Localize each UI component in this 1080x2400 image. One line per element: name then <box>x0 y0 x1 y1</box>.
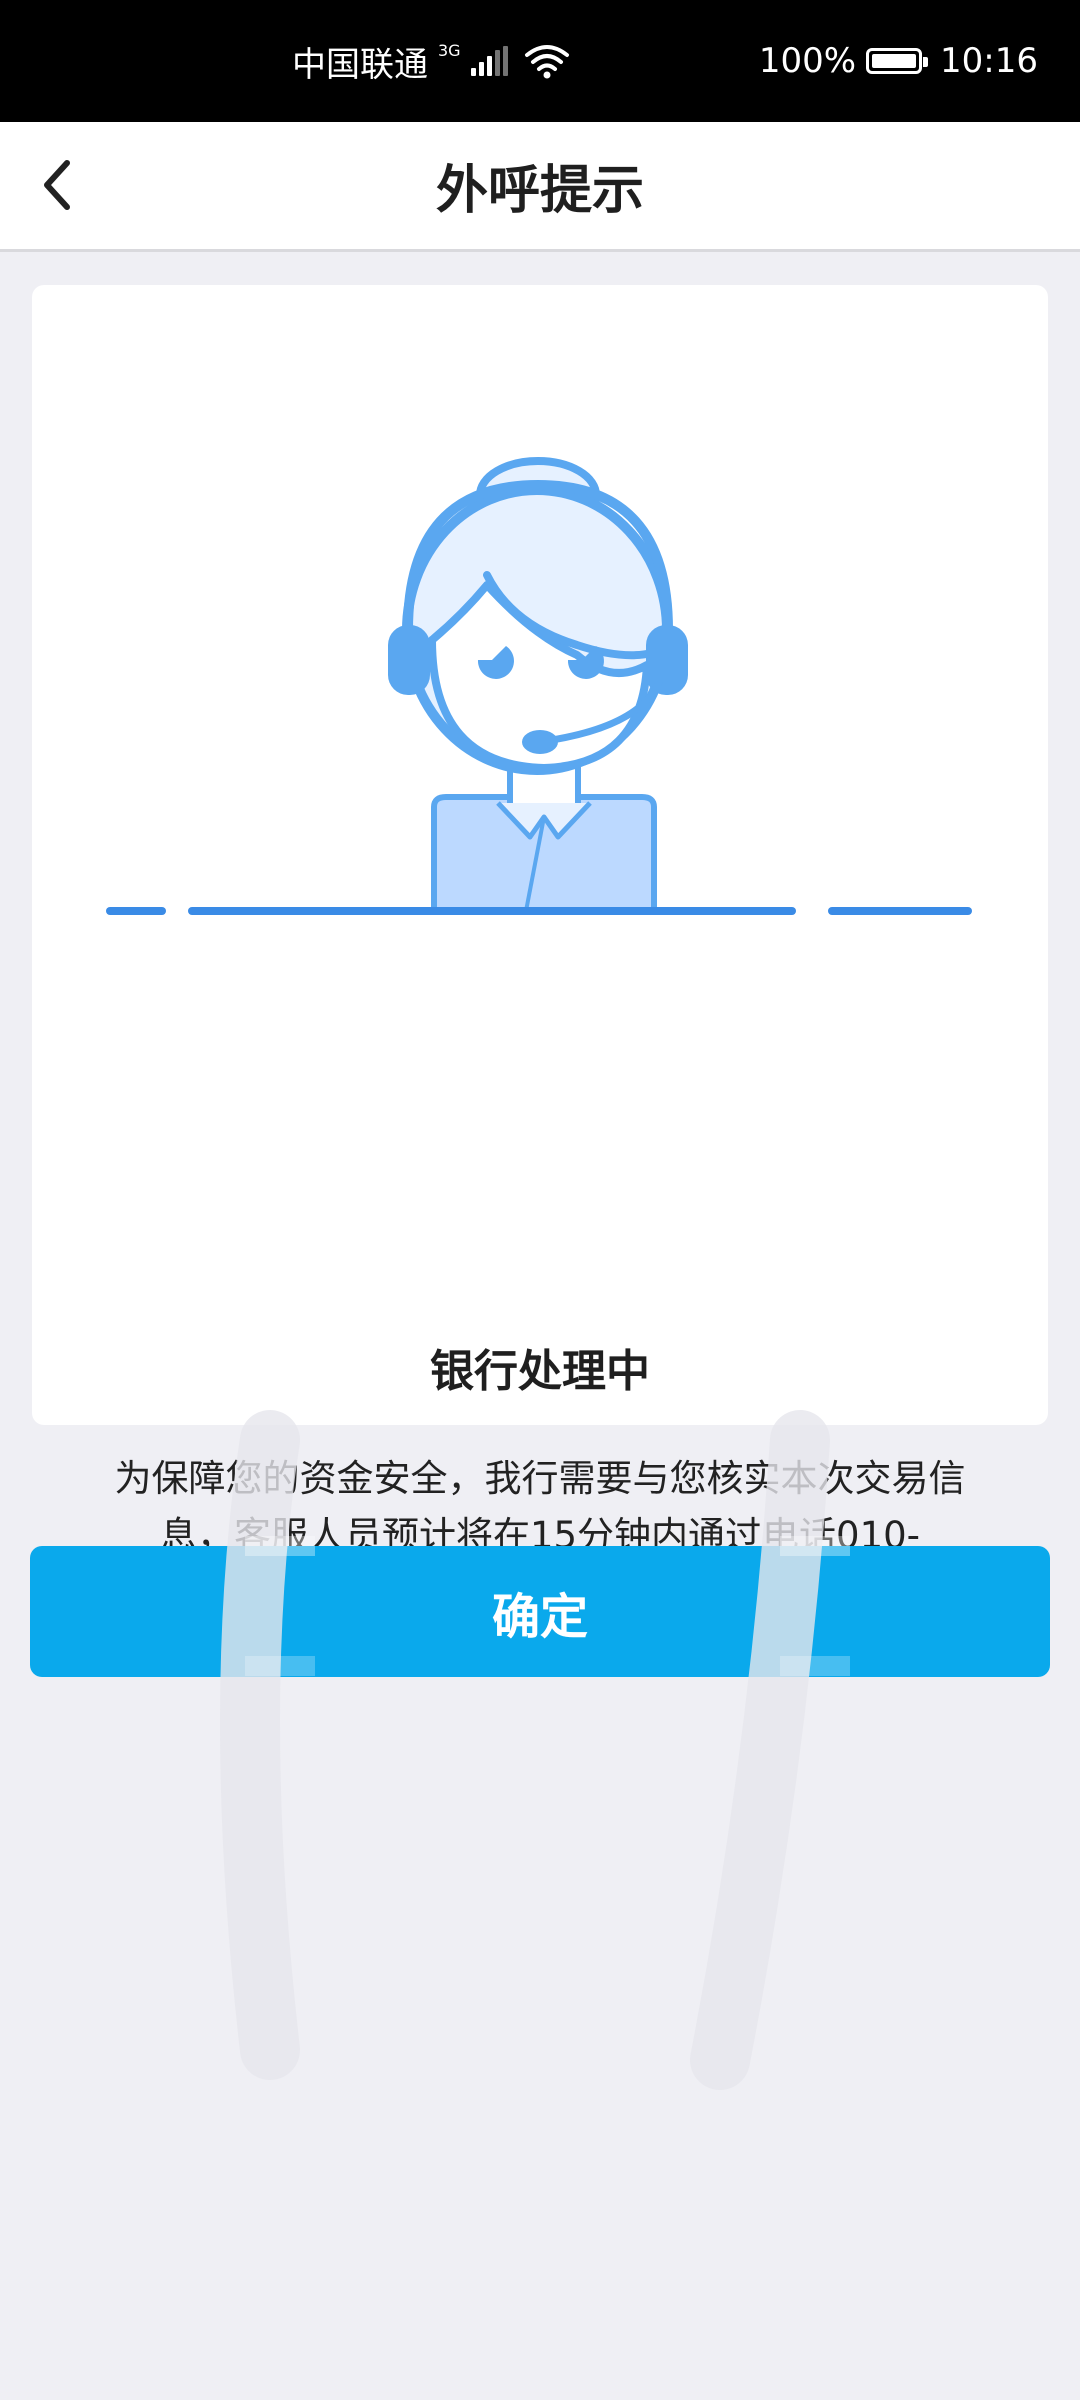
signal-icon <box>470 46 508 76</box>
chevron-left-icon <box>44 160 70 210</box>
navigation-bar: 外呼提示 <box>0 122 1080 252</box>
info-card: 银行处理中 为保障您的资金安全，我行需要与您核实本次交易信息，客服人员预计将在1… <box>32 285 1048 1614</box>
customer-service-agent-icon <box>106 457 972 915</box>
battery-percent: 100% <box>758 41 857 81</box>
network-type: 3G <box>438 41 461 60</box>
status-right: 100% 10:16 <box>759 0 1038 122</box>
page-title: 外呼提示 <box>435 161 644 221</box>
carrier-info: 中国联通 3G <box>292 0 570 122</box>
battery-icon <box>866 48 929 74</box>
confirm-button[interactable]: 确定 <box>30 1546 1050 1677</box>
clock: 10:16 <box>940 41 1038 81</box>
status-bar: 中国联通 3G 100% 10:16 <box>0 0 1080 122</box>
status-title: 银行处理中 <box>430 1346 650 1397</box>
carrier-name: 中国联通 <box>292 44 428 85</box>
back-button[interactable] <box>22 150 92 220</box>
wifi-icon <box>524 45 569 79</box>
